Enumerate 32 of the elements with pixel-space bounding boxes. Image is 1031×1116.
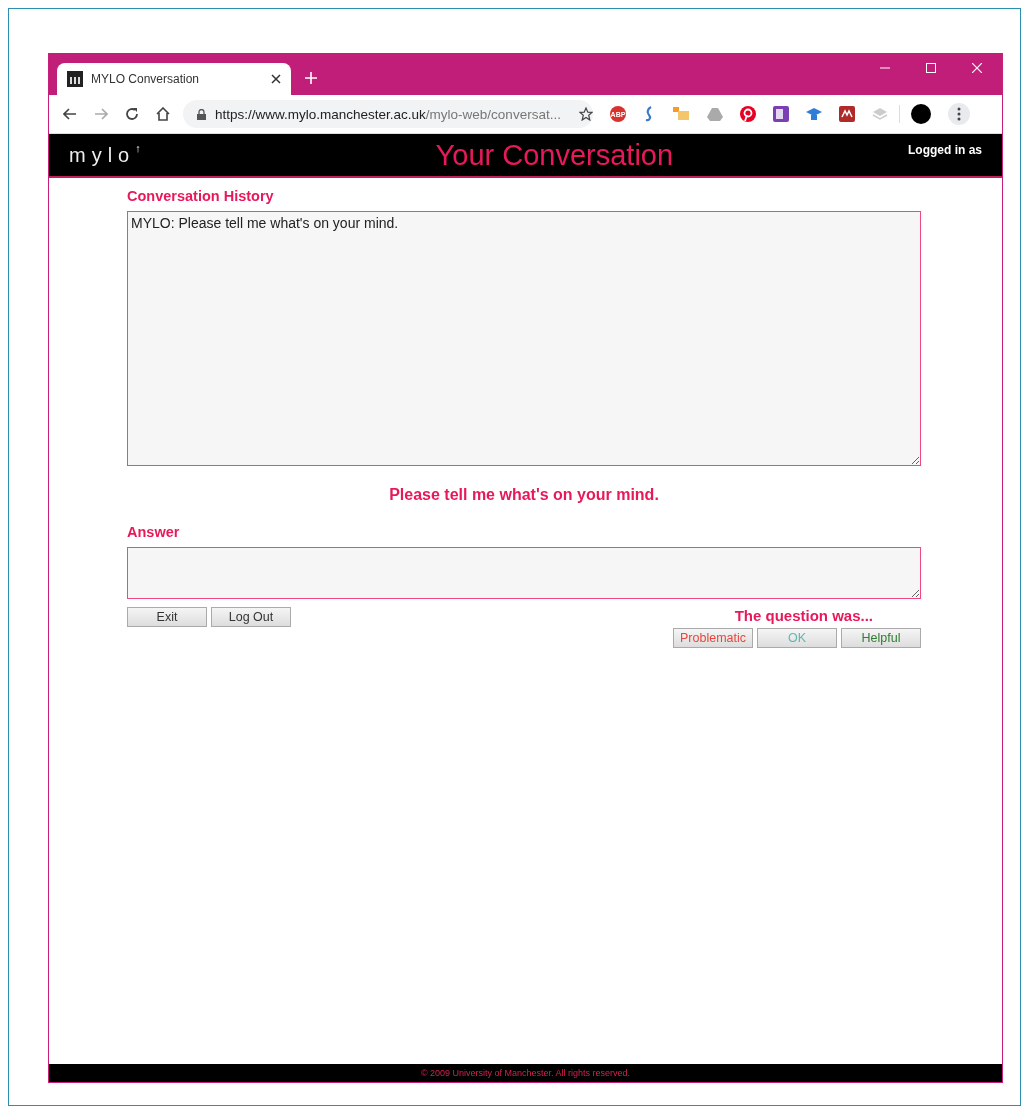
graduation-cap-icon[interactable]	[806, 107, 822, 121]
rating-button[interactable]: Helpful	[841, 628, 921, 648]
close-icon[interactable]	[271, 74, 281, 84]
more-menu-icon[interactable]	[948, 103, 970, 125]
url-text: https://www.mylo.manchester.ac.uk/mylo-web/conversat...	[215, 106, 561, 122]
home-icon[interactable]	[156, 107, 170, 121]
action-button[interactable]: Exit	[127, 607, 207, 627]
answer-field[interactable]	[127, 547, 921, 599]
copyright-footer: © 2009 University of Manchester. All rights reserved.	[49, 1064, 1002, 1082]
conversation-history-field[interactable]: MYLO: Please tell me what's on your mind.	[127, 211, 921, 466]
lock-icon	[197, 108, 206, 120]
reload-icon[interactable]	[125, 107, 139, 121]
address-bar[interactable]: https://www.mylo.manchester.ac.uk/mylo-web/conversat...	[183, 100, 593, 128]
favicon-icon	[67, 71, 83, 87]
site-logo[interactable]: mylo↑	[69, 143, 141, 167]
back-icon[interactable]	[63, 108, 77, 120]
star-icon[interactable]	[578, 107, 593, 121]
tab-title: MYLO Conversation	[91, 72, 201, 86]
plus-icon[interactable]	[305, 72, 317, 84]
question-text: Please tell me what's on your mind.	[388, 486, 660, 504]
pinterest-icon[interactable]	[740, 106, 756, 122]
extension-icon[interactable]	[839, 106, 855, 122]
avatar-icon[interactable]	[911, 104, 931, 124]
login-status: Logged in as	[908, 143, 982, 157]
rating-label: The question was...	[734, 607, 873, 624]
section-label: Answer	[127, 524, 181, 540]
maximize-icon[interactable]	[926, 63, 936, 73]
notebook-icon[interactable]	[773, 106, 789, 122]
section-label: Conversation History	[127, 188, 275, 204]
page-title: Your Conversation	[434, 138, 675, 172]
browser-tab[interactable]: MYLO Conversation	[57, 63, 291, 95]
action-button[interactable]: Log Out	[211, 607, 291, 627]
